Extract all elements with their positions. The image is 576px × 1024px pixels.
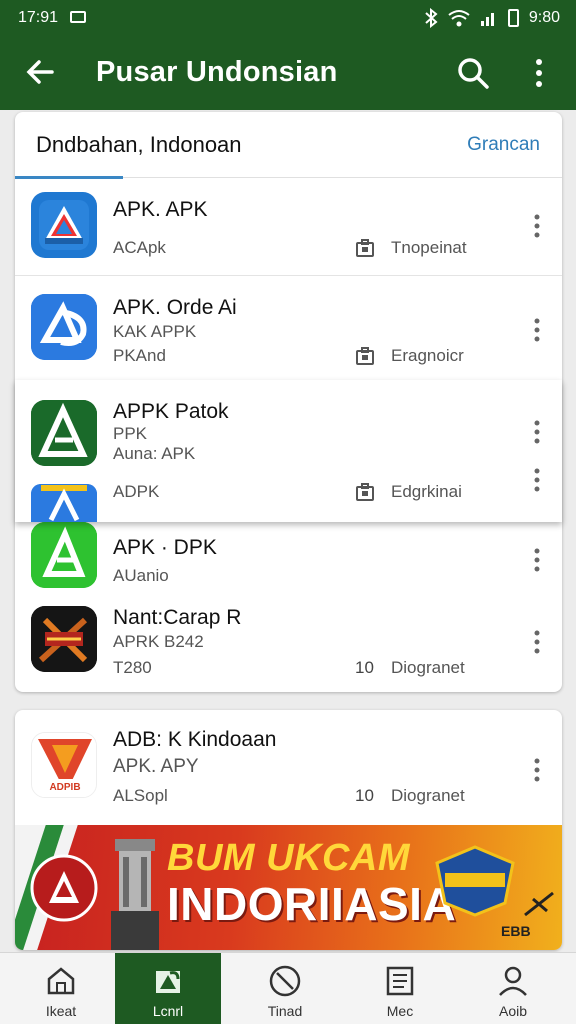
list-item[interactable]: APK. APK ACApk Tnopeinat [15, 178, 562, 276]
app-icon [31, 294, 97, 360]
app-icon [31, 484, 97, 522]
app-name: ADB: K Kindoaan [113, 728, 277, 751]
app-status: Edgrkinai [391, 482, 462, 501]
list-item[interactable]: APK. Orde Ai KAK APPK PKAnd Eragnoicr [15, 276, 562, 382]
item-menu-icon[interactable] [527, 628, 547, 656]
app-meta: ACApk [113, 238, 166, 257]
list-item[interactable]: ADPIB ADB: K Kindoaan APK. APY ALSopl 10… [15, 710, 562, 825]
nav-label: Lcnrl [152, 1003, 184, 1019]
signal-icon [480, 13, 494, 26]
nav-label: Aoib [498, 1003, 528, 1019]
nav-label: Mec [386, 1003, 414, 1019]
app-icon-text: ADPIB [49, 782, 80, 793]
banner-headline: BUM UKCAM [167, 837, 411, 879]
nav-item-recent[interactable]: Tinad [232, 953, 338, 1024]
sim-icon [70, 11, 86, 23]
search-icon[interactable] [454, 54, 492, 92]
briefcase-icon [356, 239, 374, 257]
nav-item-messages[interactable]: Mec [347, 953, 453, 1024]
banner-tag: EBB [501, 923, 531, 939]
app-badge-count: 10 [355, 786, 374, 805]
briefcase-icon [356, 347, 374, 365]
tower-icon [111, 839, 159, 950]
clock-icon [269, 965, 301, 997]
app-name: APK · DPK [113, 536, 217, 559]
app-name: Nant:Carap R [113, 606, 242, 629]
item-menu-icon[interactable] [527, 418, 547, 446]
nav-label: Tinad [267, 1003, 303, 1019]
home-icon [47, 967, 75, 995]
app-name: APPK Patok [113, 400, 229, 423]
battery-level: 9:80 [528, 9, 560, 26]
app-status: Diogranet [391, 786, 465, 805]
page-title: Pusar Undonsian [96, 56, 338, 88]
app-meta: ADPK [113, 482, 160, 501]
bluetooth-icon [425, 8, 438, 28]
app-icon [31, 192, 97, 258]
app-status: Diogranet [391, 658, 465, 677]
promo-banner[interactable]: BUM UKCAM INDORIIASIA EBB [15, 825, 562, 950]
wifi-icon [448, 10, 470, 27]
app-icon: ADPIB [31, 732, 97, 798]
app-meta: ALSopl [113, 786, 168, 805]
plane-icon [524, 891, 554, 917]
app-name: APK. Orde Ai [113, 296, 237, 319]
battery-icon [507, 9, 519, 27]
app-meta: AUanio [113, 566, 169, 585]
card-action-link[interactable]: Grancan [467, 134, 540, 156]
app-name: APK. APK [113, 198, 208, 221]
app-subtitle: APK. APY [113, 756, 199, 777]
item-menu-icon[interactable] [527, 212, 547, 240]
nav-label: Ikeat [45, 1003, 77, 1019]
app-meta: PKAnd [113, 346, 166, 365]
app-icon [31, 400, 97, 466]
overflow-menu-icon[interactable] [524, 54, 554, 92]
emblem-icon [30, 854, 98, 922]
app-status: Eragnoicr [391, 346, 464, 365]
apps-icon [156, 971, 180, 993]
bottom-navigation: Ikeat Lcnrl Tinad Mec Aoib [0, 952, 576, 1024]
featured-card: ADPIB ADB: K Kindoaan APK. APY ALSopl 10… [15, 710, 562, 950]
back-arrow-icon[interactable] [22, 54, 58, 90]
app-meta: T280 [113, 658, 152, 677]
person-icon [499, 966, 527, 996]
item-menu-icon[interactable] [527, 756, 547, 784]
app-subtitle: PPK [113, 424, 148, 443]
app-icon [31, 522, 97, 588]
app-badge-count: 10 [355, 658, 374, 677]
app-meta: Auna: APK [113, 444, 196, 463]
document-icon [386, 966, 414, 996]
status-bar: 17:91 9:80 [0, 0, 576, 36]
nav-item-home[interactable]: Ikeat [8, 953, 114, 1024]
briefcase-icon [356, 483, 374, 501]
status-time: 17:91 [18, 9, 59, 26]
dragged-list-section: APPK Patok PPK Auna: APK ADPK Edgrkinai [15, 380, 562, 522]
app-subtitle: KAK APPK [113, 322, 197, 341]
badge-shield-icon [435, 845, 515, 917]
list-item[interactable]: APPK Patok PPK Auna: APK ADPK Edgrkinai [15, 380, 562, 522]
app-status: Tnopeinat [391, 238, 467, 257]
card-header: Dndbahan, Indonoan Grancan [15, 112, 562, 179]
banner-title: INDORIIASIA [167, 878, 457, 930]
item-menu-icon[interactable] [527, 466, 547, 494]
app-bar: Pusar Undonsian [0, 36, 576, 110]
list-item[interactable]: APK · DPK AUanio [15, 520, 562, 596]
item-menu-icon[interactable] [527, 546, 547, 574]
list-item[interactable]: Nant:Carap R APRK B242 T280 10 Diogranet [15, 596, 562, 692]
app-subtitle: APRK B242 [113, 632, 204, 651]
item-menu-icon[interactable] [527, 316, 547, 344]
nav-item-profile[interactable]: Aoib [460, 953, 566, 1024]
nav-item-apps[interactable]: Lcnrl [115, 953, 221, 1024]
app-icon [31, 606, 97, 672]
card-heading: Dndbahan, Indonoan [36, 132, 242, 157]
